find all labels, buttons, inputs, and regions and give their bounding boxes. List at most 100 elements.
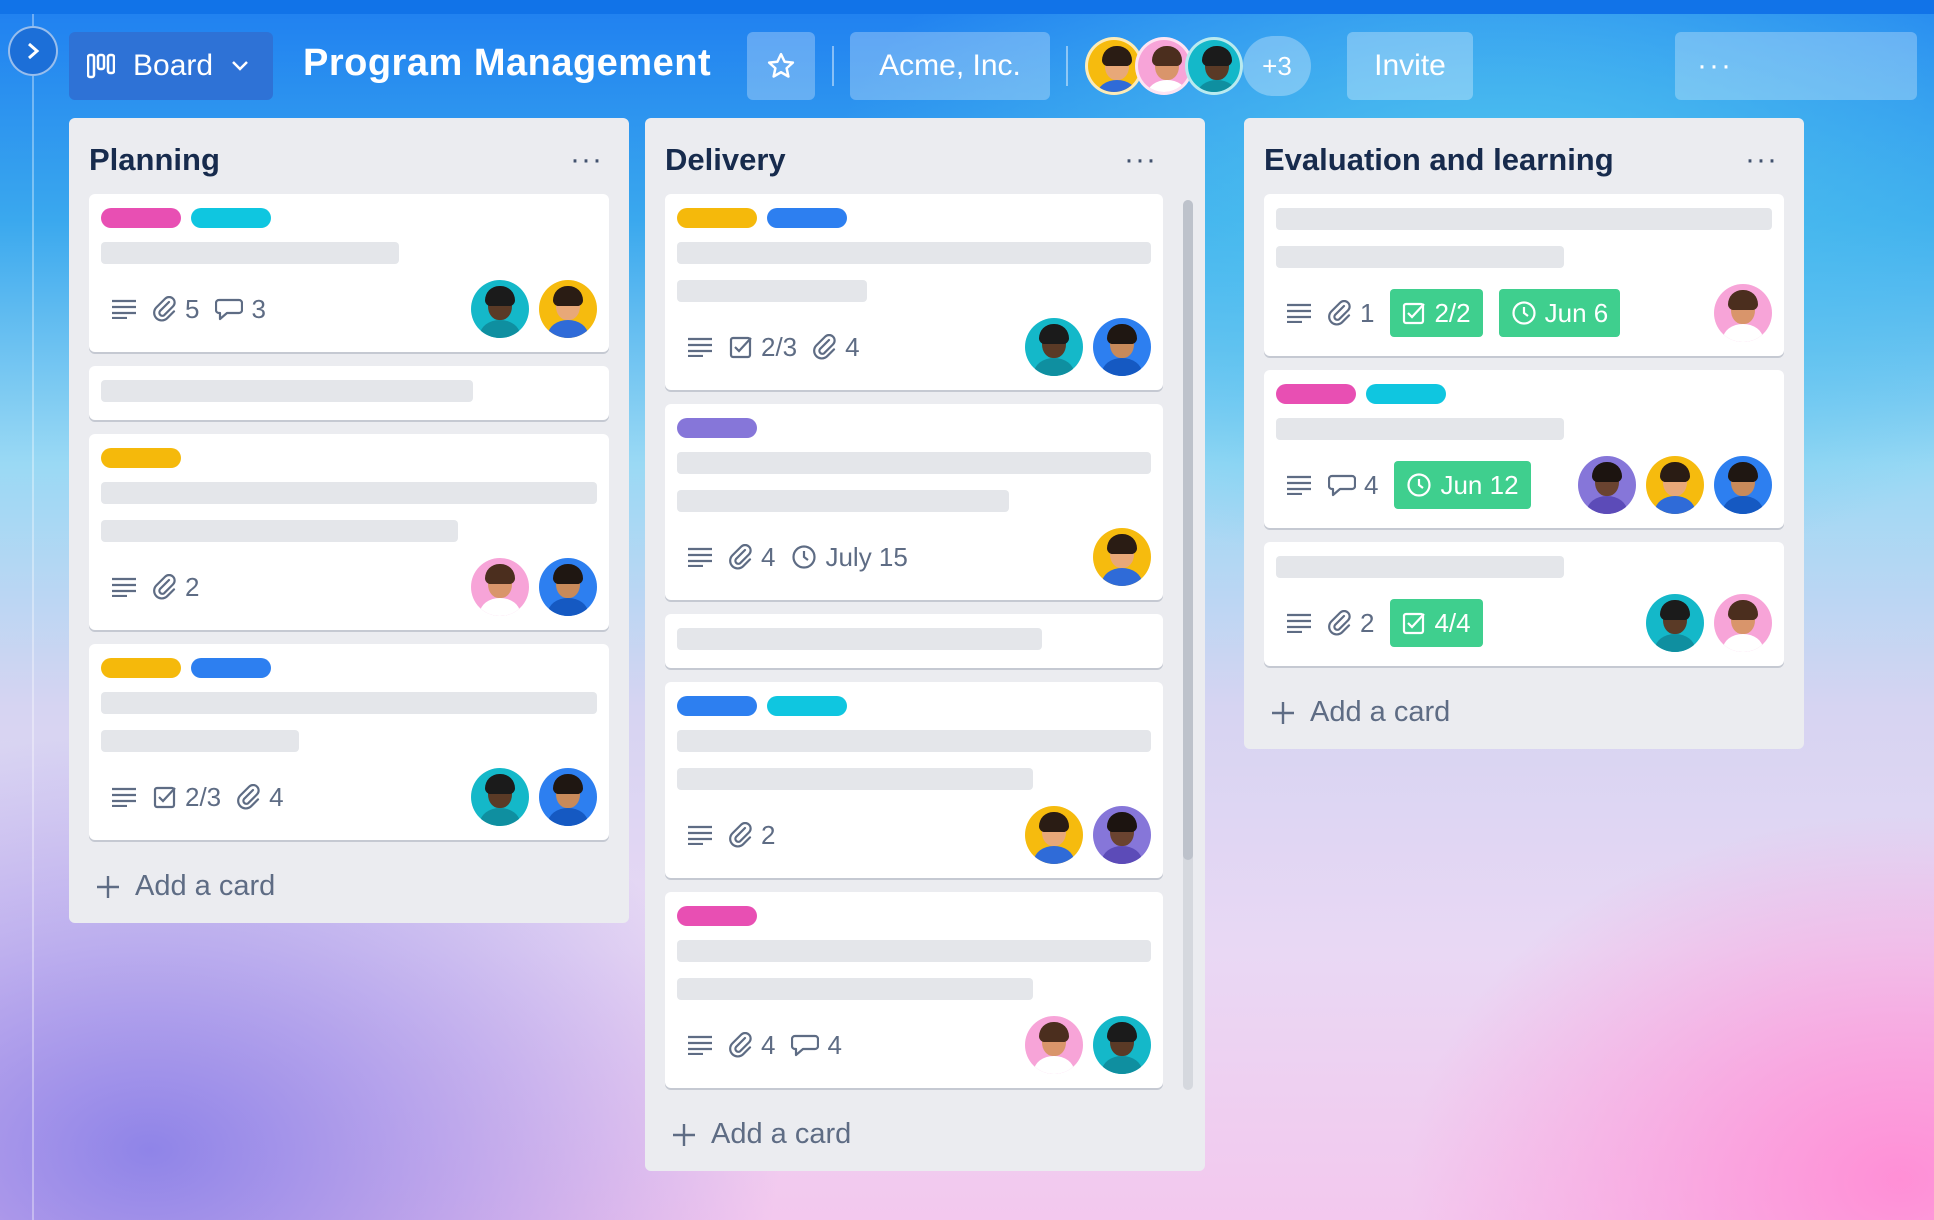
comment-count: 4 (1364, 469, 1379, 500)
list-planning[interactable]: Planning ··· 5 3 2 2/3 4 Add a card (69, 118, 629, 923)
avatar[interactable] (1093, 318, 1151, 376)
card-members (471, 280, 597, 338)
card-label-cyan[interactable] (767, 696, 847, 716)
card[interactable]: 4 Jun 12 (1264, 370, 1784, 528)
add-card-button[interactable]: Add a card (89, 870, 609, 903)
checklist-icon (1403, 612, 1426, 635)
comment-count: 4 (827, 1029, 842, 1060)
card-labels (677, 418, 1151, 438)
checklist-icon (729, 336, 752, 359)
card[interactable]: 2/3 4 (89, 644, 609, 840)
avatar[interactable] (539, 768, 597, 826)
star-button[interactable] (747, 32, 815, 100)
card-label-yellow[interactable] (101, 658, 181, 678)
avatar[interactable] (1714, 594, 1772, 652)
card-label-pink[interactable] (677, 906, 757, 926)
card-members (1646, 594, 1772, 652)
avatar[interactable] (1578, 456, 1636, 514)
add-card-button[interactable]: Add a card (665, 1118, 1163, 1151)
avatar[interactable] (1025, 1016, 1083, 1074)
avatar[interactable] (471, 558, 529, 616)
description-icon (1287, 613, 1311, 633)
card-title-placeholder (101, 520, 459, 542)
attachment-count: 4 (761, 1029, 776, 1060)
card[interactable]: 2 (89, 434, 609, 630)
list-menu-button[interactable]: ··· (1745, 143, 1784, 177)
list-title[interactable]: Planning (89, 142, 220, 178)
card-members (471, 558, 597, 616)
card-label-cyan[interactable] (191, 208, 271, 228)
description-icon (112, 577, 136, 597)
card[interactable]: 53 (89, 194, 609, 352)
avatar[interactable] (1025, 318, 1083, 376)
avatar[interactable] (1185, 37, 1243, 95)
card-label-pink[interactable] (1276, 384, 1356, 404)
avatar[interactable] (1714, 284, 1772, 342)
list-evaluation[interactable]: Evaluation and learning ··· 1 2/2 Jun 6 4 Jun … (1244, 118, 1804, 749)
board-view-button[interactable]: Board (69, 32, 273, 100)
board-title[interactable]: Program Management (303, 42, 711, 85)
avatar[interactable] (539, 558, 597, 616)
card-label-yellow[interactable] (677, 208, 757, 228)
avatar[interactable] (471, 768, 529, 826)
attachment-badge: 4 (237, 782, 284, 813)
list-scrollbar[interactable] (1183, 200, 1193, 1090)
top-strip (0, 0, 1934, 14)
card-badges: 4 July 15 (677, 528, 1151, 586)
card[interactable]: 44 (665, 892, 1163, 1088)
card[interactable]: 4 July 15 (665, 404, 1163, 600)
attachment-count: 4 (761, 541, 776, 572)
comment-badge: 3 (215, 294, 266, 325)
description-badge (111, 787, 137, 807)
avatar[interactable] (1093, 1016, 1151, 1074)
card-label-cyan[interactable] (1366, 384, 1446, 404)
due-date-badge: July 15 (791, 542, 908, 573)
card[interactable]: 2 (665, 682, 1163, 878)
list-menu-button[interactable]: ··· (570, 143, 609, 177)
list-menu-button[interactable]: ··· (1124, 143, 1163, 177)
card-labels (101, 208, 597, 228)
board-icon (87, 53, 115, 79)
card-label-blue[interactable] (191, 658, 271, 678)
card[interactable]: 2/3 4 (665, 194, 1163, 390)
card[interactable]: 1 2/2 Jun 6 (1264, 194, 1784, 356)
workspace-button[interactable]: Acme, Inc. (850, 32, 1050, 100)
attachment-icon (729, 1032, 752, 1058)
card-title-placeholder (677, 490, 1009, 512)
clock-icon (792, 545, 817, 569)
avatar[interactable] (1093, 806, 1151, 864)
avatar[interactable] (1093, 528, 1151, 586)
avatar[interactable] (1714, 456, 1772, 514)
due-date-complete-badge: Jun 6 (1498, 289, 1621, 337)
checklist-count: 2/2 (1434, 297, 1471, 328)
more-members-count[interactable]: +3 (1243, 36, 1311, 96)
card-label-blue[interactable] (767, 208, 847, 228)
scrollbar-thumb[interactable] (1183, 200, 1193, 860)
list-delivery[interactable]: Delivery ··· 2/3 4 4 July 15 2 4 4 Add a card (645, 118, 1205, 1171)
comment-badge: 4 (791, 1029, 842, 1061)
card-label-pink[interactable] (101, 208, 181, 228)
description-badge (111, 577, 137, 597)
card-label-yellow[interactable] (101, 448, 181, 468)
card[interactable]: 2 4/4 (1264, 542, 1784, 666)
expand-sidebar-button[interactable] (8, 26, 58, 76)
avatar[interactable] (539, 280, 597, 338)
add-card-button[interactable]: Add a card (1264, 696, 1784, 729)
avatar[interactable] (1646, 456, 1704, 514)
invite-button[interactable]: Invite (1347, 32, 1473, 100)
card[interactable] (665, 614, 1163, 668)
avatar[interactable] (1646, 594, 1704, 652)
card-labels (1276, 384, 1772, 404)
board-members[interactable]: +3 (1085, 34, 1311, 98)
card-labels (101, 658, 597, 678)
card[interactable] (89, 366, 609, 420)
avatar[interactable] (1025, 806, 1083, 864)
list-title[interactable]: Evaluation and learning (1264, 142, 1614, 178)
checklist-count: 2/3 (761, 331, 798, 362)
card-label-purple[interactable] (677, 418, 757, 438)
list-title[interactable]: Delivery (665, 142, 786, 178)
card-label-blue[interactable] (677, 696, 757, 716)
checklist-icon (153, 786, 176, 809)
board-menu-button[interactable]: ··· (1675, 32, 1917, 100)
avatar[interactable] (471, 280, 529, 338)
